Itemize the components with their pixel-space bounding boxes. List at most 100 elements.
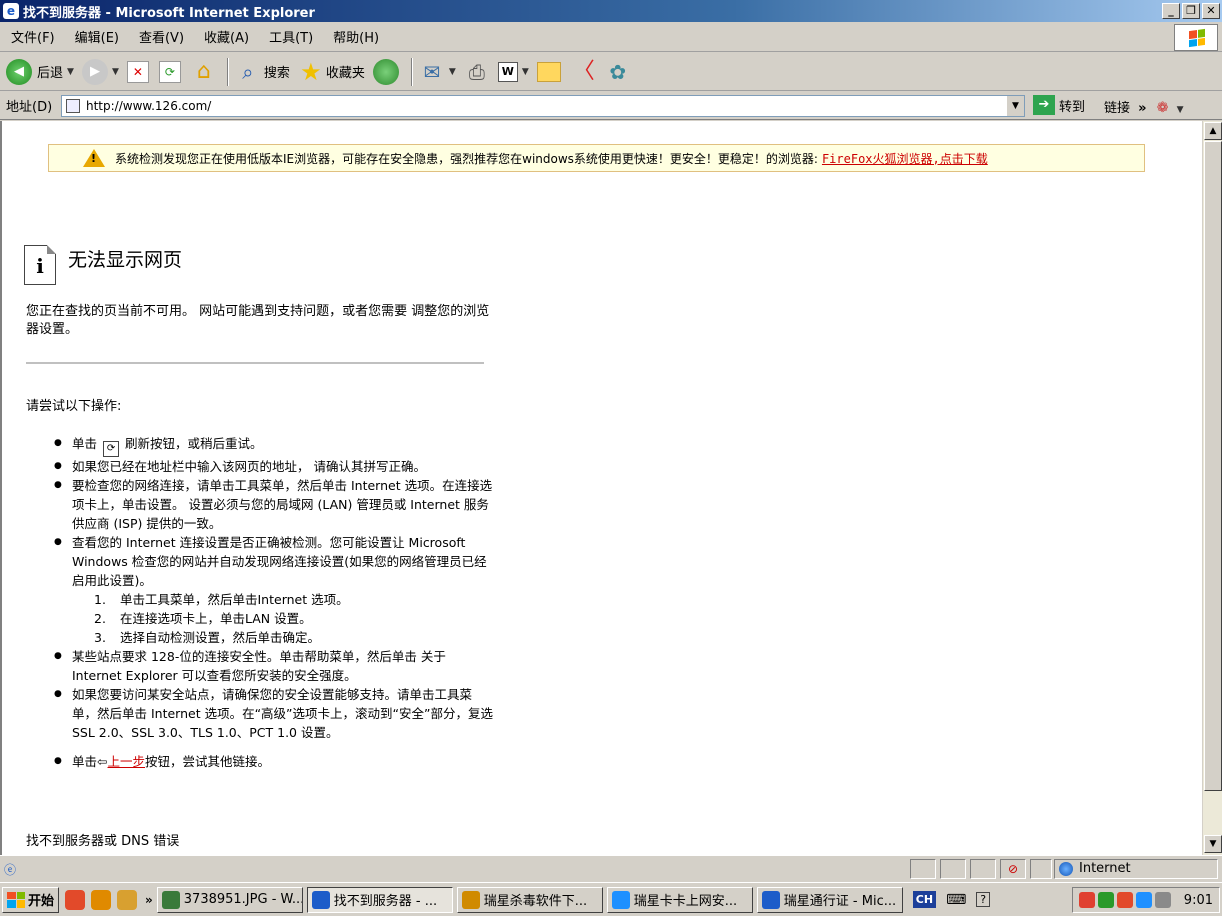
task-button-image[interactable]: 3738951.JPG - W...: [156, 886, 303, 913]
restore-button[interactable]: ❐: [1182, 3, 1200, 19]
stop-icon[interactable]: ✕: [126, 60, 149, 83]
go-button[interactable]: ➔ 转到: [1033, 95, 1085, 115]
address-url[interactable]: http://www.126.com/: [86, 99, 211, 113]
task-label: 瑞星卡卡上网安...: [633, 894, 738, 909]
search-label: 搜索: [263, 66, 290, 81]
tray-app-icon[interactable]: [1116, 892, 1133, 908]
menu-tools[interactable]: 工具(T): [269, 27, 313, 46]
keyboard-icon[interactable]: ⌨: [946, 892, 966, 908]
status-pane: [940, 859, 966, 879]
menu-favorites[interactable]: 收藏(A): [204, 27, 249, 46]
menu-file[interactable]: 文件(F): [11, 27, 55, 46]
address-input[interactable]: http://www.126.com/ ▼: [61, 95, 1025, 117]
menu-help[interactable]: 帮助(H): [333, 27, 379, 46]
title-bar[interactable]: e 找不到服务器 - Microsoft Internet Explorer _…: [0, 0, 1222, 22]
close-button[interactable]: ✕: [1202, 3, 1220, 19]
quicklaunch-rising-icon[interactable]: [117, 889, 138, 910]
translate-dropdown-icon[interactable]: ▼: [1177, 105, 1184, 115]
step-number: 2.: [94, 611, 106, 626]
error-title: 无法显示网页: [68, 249, 183, 271]
tray-network-icon[interactable]: [1135, 892, 1152, 908]
tip-text: 刷新按钮，或稍后重试。: [125, 436, 263, 451]
tray-app-icon[interactable]: [1097, 892, 1114, 908]
try-heading: 请尝试以下操作:: [26, 399, 122, 414]
error-description: 您正在查找的页当前不可用。 网站可能遇到支持问题，或者您需要 调整您的浏览器设置…: [26, 304, 490, 337]
start-button[interactable]: 开始: [2, 886, 60, 913]
window-title: 找不到服务器 - Microsoft Internet Explorer: [23, 5, 315, 21]
start-label: 开始: [28, 894, 55, 909]
links-label: 链接: [1104, 101, 1131, 116]
clock[interactable]: 9:01: [1184, 893, 1213, 908]
status-bar: ⓔ ⊘ Internet: [0, 855, 1222, 882]
menu-edit[interactable]: 编辑(E): [75, 27, 119, 46]
firefox-download-link[interactable]: FireFox火狐浏览器,点击下载: [822, 150, 988, 167]
qq-icon[interactable]: [1078, 892, 1095, 908]
forward-button[interactable]: ▶ ▼: [81, 58, 119, 85]
toolbar-separator: [226, 57, 229, 86]
step-number: 1.: [94, 592, 106, 607]
back-button[interactable]: ◀ 后退 ▼: [6, 58, 74, 85]
language-indicator[interactable]: CH: [912, 891, 937, 908]
favorites-label: 收藏夹: [325, 66, 365, 81]
links-chevron-icon: »: [1138, 101, 1147, 116]
task-label: 3738951.JPG - W...: [183, 892, 303, 907]
back-dropdown-icon[interactable]: ▼: [67, 67, 74, 77]
mail-dropdown-icon[interactable]: ▼: [449, 67, 456, 77]
scroll-thumb[interactable]: [1204, 141, 1222, 791]
rising-icon: [461, 890, 480, 909]
zone-label: Internet: [1079, 861, 1131, 876]
scroll-down-button[interactable]: ▼: [1204, 835, 1222, 853]
quicklaunch-app-icon[interactable]: [91, 889, 112, 910]
quicklaunch-more-icon[interactable]: »: [145, 893, 153, 907]
image-viewer-icon: [161, 890, 180, 909]
tip-refresh: 单击 ⟳ 刷新按钮，或稍后重试。: [54, 434, 494, 457]
folder-icon[interactable]: [536, 61, 561, 82]
ie-icon: [311, 890, 330, 909]
mail-icon: ✉: [423, 59, 441, 84]
step-text: 单击工具菜单，然后单击Internet 选项。: [120, 592, 349, 607]
go-label: 转到: [1059, 99, 1086, 115]
tip-network: 要检查您的网络连接，请单击工具菜单，然后单击 Internet 选项。在连接选项…: [54, 476, 494, 533]
translate-icon[interactable]: ❁: [1157, 100, 1169, 116]
security-zone: Internet: [1054, 859, 1218, 879]
address-dropdown-icon[interactable]: ▼: [1006, 96, 1024, 116]
mail-button[interactable]: ✉ ▼: [419, 59, 456, 85]
quicklaunch-app-icon[interactable]: [65, 889, 86, 910]
help-icon[interactable]: ?: [976, 892, 991, 907]
buddy-icon[interactable]: ✿: [605, 59, 631, 85]
refresh-icon[interactable]: ⟳: [158, 60, 181, 83]
task-label: 找不到服务器 - ...: [333, 894, 438, 909]
windows-logo: [1174, 24, 1218, 51]
divider: [26, 362, 484, 364]
forward-dropdown-icon[interactable]: ▼: [112, 67, 119, 77]
links-button[interactable]: 链接 » ❁ ▼: [1104, 97, 1184, 116]
task-button-rising-passport[interactable]: 瑞星通行证 - Mic...: [756, 886, 903, 913]
edit-dropdown-icon[interactable]: ▼: [522, 67, 529, 77]
messenger-icon[interactable]: 〈: [571, 59, 597, 85]
popup-blocked-icon[interactable]: ⊘: [1000, 859, 1026, 879]
info-bar: 系统检测发现您正在使用低版本IE浏览器，可能存在安全隐患，强烈推荐您在windo…: [48, 144, 1145, 172]
page-status-icon: ⓔ: [4, 863, 17, 877]
search-button[interactable]: ⌕ 搜索: [235, 59, 290, 85]
home-icon[interactable]: ⌂: [191, 59, 217, 85]
tip-text: 单击: [72, 436, 98, 451]
refresh-icon: ⟳: [103, 441, 120, 457]
tray-volume-icon[interactable]: [1154, 892, 1171, 908]
minimize-button[interactable]: _: [1162, 3, 1180, 19]
task-button-ie-error[interactable]: 找不到服务器 - ...: [306, 886, 453, 913]
task-button-rising-download[interactable]: 瑞星杀毒软件下...: [456, 886, 603, 913]
vertical-scrollbar[interactable]: ▲ ▼: [1202, 121, 1222, 855]
back-link[interactable]: 上一步: [108, 754, 146, 769]
favorites-button[interactable]: ★ 收藏夹: [298, 59, 365, 85]
task-button-rising-kaka[interactable]: 瑞星卡卡上网安...: [606, 886, 753, 913]
search-icon: ⌕: [242, 59, 254, 84]
step-1: 1. 单击工具菜单，然后单击Internet 选项。: [54, 590, 494, 609]
print-icon[interactable]: ⎙: [464, 59, 490, 85]
step-text: 选择自动检测设置，然后单击确定。: [120, 630, 321, 645]
history-icon[interactable]: [372, 58, 399, 85]
scroll-up-button[interactable]: ▲: [1204, 122, 1222, 140]
edit-button[interactable]: W ▼: [497, 61, 529, 82]
tip-connection-settings: 查看您的 Internet 连接设置是否正确被检测。您可能设置让 Microso…: [54, 533, 494, 590]
menu-view[interactable]: 查看(V): [139, 27, 184, 46]
word-icon: W: [497, 61, 518, 82]
